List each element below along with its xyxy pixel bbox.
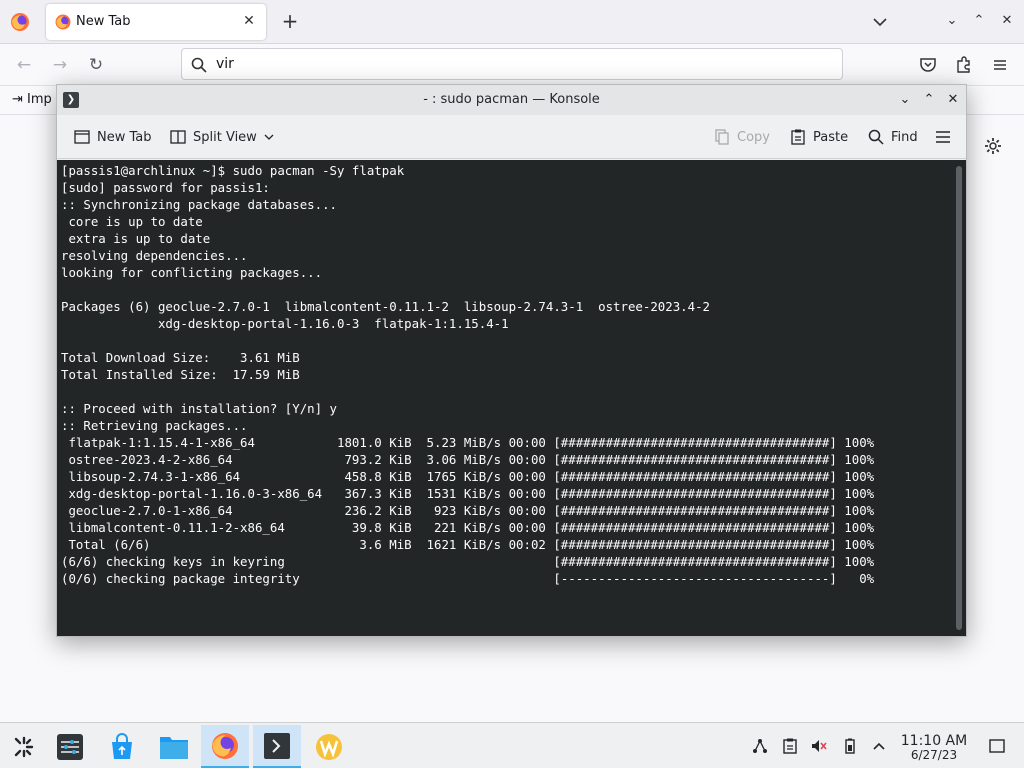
discover-task[interactable]: [98, 725, 146, 768]
find-label: Find: [891, 129, 918, 145]
search-icon: [868, 129, 884, 145]
new-tab-button[interactable]: New Tab: [73, 127, 152, 147]
network-icon[interactable]: [751, 737, 769, 755]
konsole-window: ❯ - : sudo pacman — Konsole ⌄ ⌃ ✕ New Ta…: [56, 84, 967, 637]
maximize-chevron-icon[interactable]: ⌃: [920, 91, 938, 109]
pocket-icon[interactable]: [918, 55, 938, 75]
copy-label: Copy: [737, 129, 770, 145]
paste-label: Paste: [813, 129, 849, 145]
url-input[interactable]: vir: [216, 56, 234, 72]
reload-icon[interactable]: ↻: [85, 54, 107, 76]
dolphin-task[interactable]: [150, 725, 198, 768]
close-icon[interactable]: ✕: [944, 91, 962, 109]
firefox-task[interactable]: [201, 725, 249, 768]
new-tab-label: New Tab: [97, 129, 152, 145]
paste-button[interactable]: Paste: [789, 127, 848, 147]
new-tab-icon: [74, 130, 90, 144]
clock-time[interactable]: 11:10 AM: [896, 733, 972, 749]
paste-icon: [791, 129, 805, 145]
terminal-output[interactable]: [passis1@archlinux ~]$ sudo pacman -Sy f…: [57, 160, 966, 636]
split-view-button[interactable]: Split View: [169, 127, 275, 147]
import-bookmarks-button[interactable]: ⇥ Imp: [12, 92, 52, 107]
hamburger-menu-icon[interactable]: [990, 55, 1010, 75]
folder-icon: [160, 737, 188, 759]
tab-close-icon[interactable]: ✕: [240, 12, 258, 30]
discover-store-icon: [112, 733, 132, 759]
url-bar[interactable]: vir: [181, 48, 843, 80]
konsole-toolbar: New Tab Split View Copy Paste Find: [57, 115, 966, 159]
settings-app-icon: [57, 734, 83, 760]
terminal-scrollbar[interactable]: [956, 166, 962, 630]
wine-app-icon: [316, 734, 342, 760]
tab-title: New Tab: [76, 14, 131, 29]
firefox-icon: [212, 732, 238, 759]
split-view-label: Split View: [193, 129, 257, 145]
show-desktop-icon[interactable]: [988, 737, 1006, 755]
konsole-icon: [264, 732, 290, 759]
volume-muted-icon[interactable]: [810, 737, 828, 755]
konsole-task[interactable]: [253, 725, 301, 768]
firefox-navbar: ← → ↻ vir: [0, 44, 1024, 86]
system-settings-task[interactable]: [46, 725, 94, 768]
gear-icon[interactable]: [983, 136, 1003, 156]
import-label: Imp: [27, 92, 52, 107]
search-icon: [191, 57, 207, 73]
launcher-icon: [14, 736, 34, 758]
new-tab-plus-icon[interactable]: +: [280, 11, 300, 31]
wine-task[interactable]: [305, 725, 353, 768]
hamburger-menu-icon[interactable]: [934, 128, 952, 146]
maximize-chevron-icon[interactable]: ⌃: [970, 12, 988, 30]
extensions-puzzle-icon[interactable]: [954, 55, 974, 75]
clipboard-icon[interactable]: [781, 737, 799, 755]
minimize-chevron-icon[interactable]: ⌄: [896, 91, 914, 109]
copy-icon: [715, 129, 729, 145]
window-title: - : sudo pacman — Konsole: [423, 92, 600, 107]
firefox-favicon-icon: [55, 14, 71, 30]
battery-icon[interactable]: [841, 737, 859, 755]
list-all-tabs-chevron-icon[interactable]: [870, 12, 890, 32]
terminal-text: [passis1@archlinux ~]$ sudo pacman -Sy f…: [61, 163, 875, 586]
forward-arrow-icon[interactable]: →: [49, 54, 71, 76]
clock-date[interactable]: 6/27/23: [896, 748, 972, 762]
window-close-icon[interactable]: ✕: [998, 12, 1016, 30]
back-arrow-icon[interactable]: ←: [13, 54, 35, 76]
firefox-tabstrip: New Tab ✕ + ⌄ ⌃ ✕: [0, 0, 1024, 44]
find-button[interactable]: Find: [867, 127, 918, 147]
taskbar: [0, 722, 1024, 768]
chevron-down-icon: [264, 134, 274, 140]
chevron-up-icon[interactable]: [870, 737, 888, 755]
firefox-menu-icon[interactable]: [10, 12, 30, 32]
copy-button[interactable]: Copy: [713, 127, 770, 147]
application-launcher[interactable]: [0, 725, 48, 768]
split-view-icon: [170, 130, 186, 144]
konsole-titlebar[interactable]: ❯ - : sudo pacman — Konsole ⌄ ⌃ ✕: [57, 85, 966, 115]
minimize-chevron-icon[interactable]: ⌄: [943, 12, 961, 30]
tab-new-tab[interactable]: New Tab ✕: [46, 4, 266, 40]
